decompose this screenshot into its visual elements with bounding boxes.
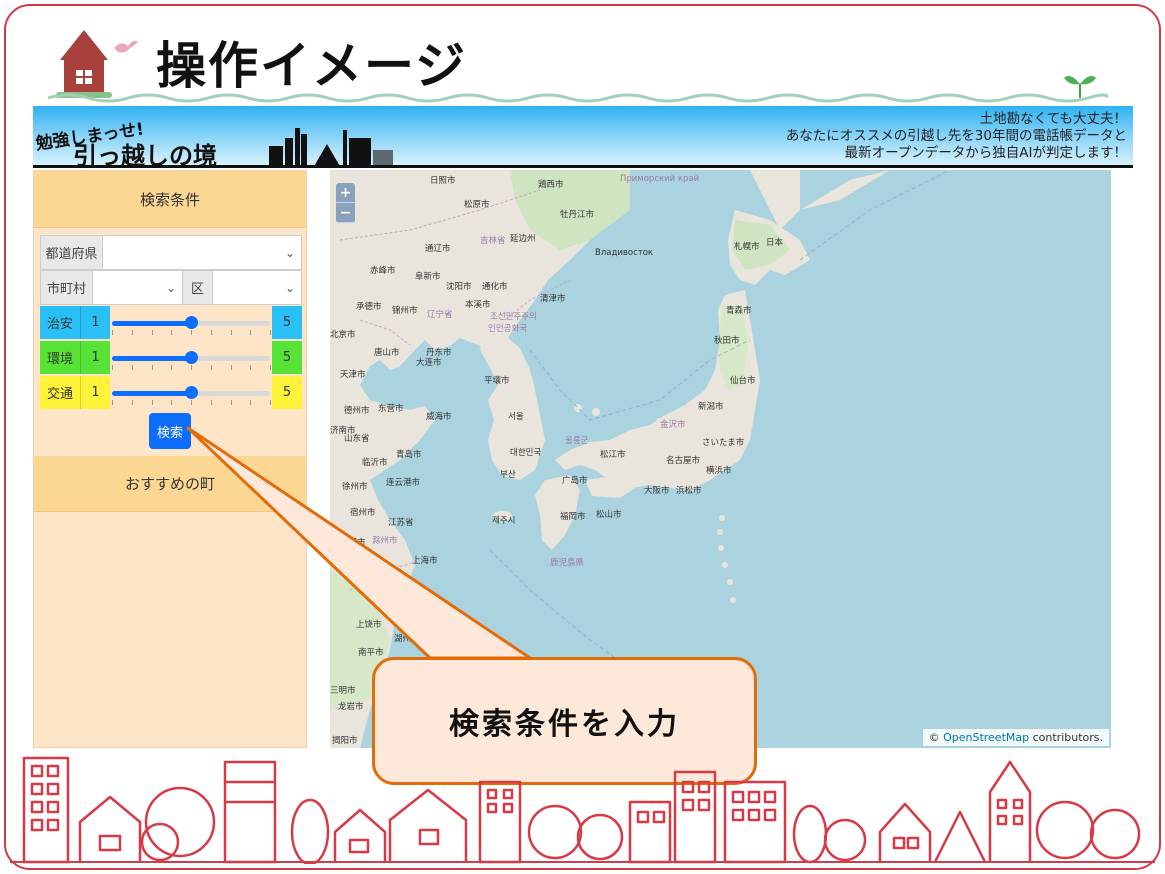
- town-border-illustration: [10, 756, 1155, 864]
- callout-text: 検索条件を入力: [449, 707, 680, 742]
